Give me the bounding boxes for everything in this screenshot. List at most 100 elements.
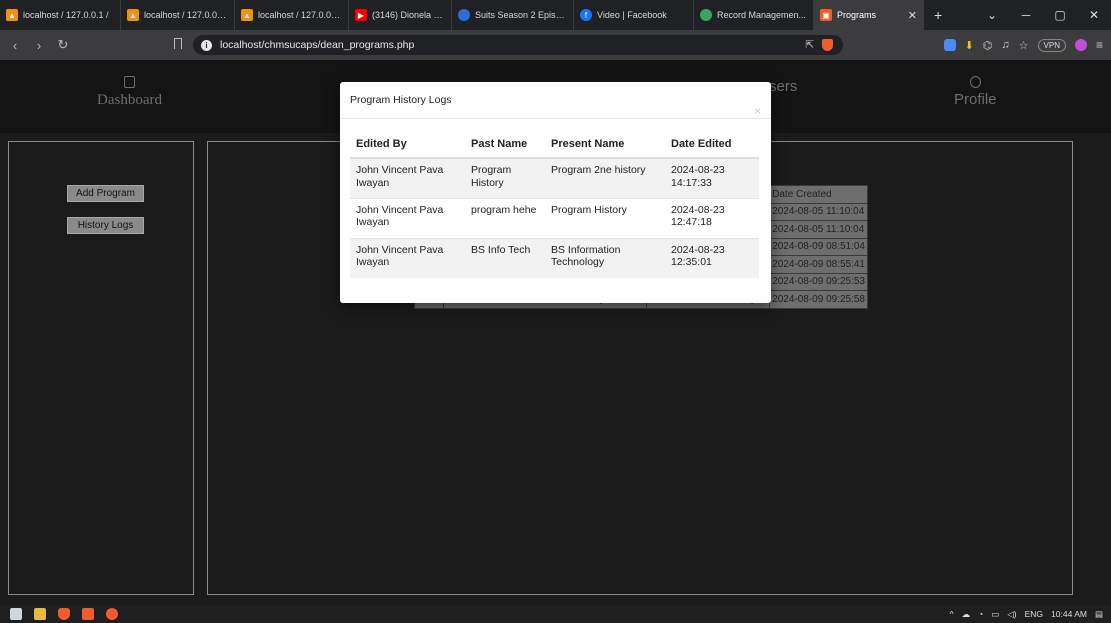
profile-icon: [969, 76, 981, 88]
window-controls: ⌄ ─ ▢ ✕: [975, 0, 1111, 30]
new-tab-icon[interactable]: +: [924, 7, 952, 23]
site-info-icon[interactable]: i: [201, 39, 212, 51]
browser-tab[interactable]: f Video | Facebook: [574, 0, 694, 30]
suits-icon: [458, 9, 470, 21]
history-logs-button[interactable]: History Logs: [67, 217, 144, 234]
system-tray: ^ ☁ ◔ ▭ ◁) ENG 10:44 AM ▤: [950, 605, 1103, 623]
modal-divider: [340, 118, 771, 119]
close-window-icon[interactable]: ✕: [1077, 8, 1111, 22]
facebook-icon: f: [580, 9, 592, 21]
nav-users[interactable]: sers: [769, 78, 797, 96]
history-logs-modal: Program History Logs × Edited By Past Na…: [340, 82, 771, 303]
nav-dashboard[interactable]: Dashboard: [97, 76, 162, 109]
file-explorer-icon[interactable]: [34, 608, 46, 620]
battery-icon[interactable]: ▭: [991, 609, 999, 620]
cell-date-edited: 2024-08-23 14:17:33: [665, 157, 759, 198]
puzzle-icon[interactable]: ⌬: [983, 39, 993, 52]
browser-tab[interactable]: Suits Season 2 Episo...: [452, 0, 574, 30]
close-icon[interactable]: ×: [754, 104, 761, 118]
wallet-icon[interactable]: [1074, 39, 1087, 51]
tab-label: localhost / 127.0.0.1 /: [23, 10, 109, 20]
sidebar-panel: Add Program History Logs: [8, 141, 194, 595]
forward-icon[interactable]: ›: [30, 38, 48, 53]
cell-present-name: BS Information Technology: [545, 237, 665, 278]
cell-edited-by: John Vincent Pava Iwayan: [350, 197, 465, 238]
minimize-icon[interactable]: ─: [1009, 8, 1043, 22]
cell-past-name: BS Info Tech: [465, 237, 545, 278]
record-icon: [700, 9, 712, 21]
tab-label: Record Managemen...: [717, 10, 807, 20]
browser-tab-active[interactable]: ▣ Programs ✕: [814, 0, 924, 30]
extension-icon[interactable]: [943, 39, 956, 51]
column-header: Date Created: [769, 185, 868, 204]
tab-label: localhost / 127.0.0.1 /: [144, 10, 228, 20]
table-row: John Vincent Pava Iwayan BS Info Tech BS…: [350, 237, 759, 278]
column-header: Present Name: [545, 130, 665, 159]
sidebar-icon[interactable]: ☆: [1019, 39, 1029, 52]
reload-icon[interactable]: ↻: [54, 37, 72, 53]
brave-browser-icon[interactable]: [58, 608, 70, 620]
column-header: Edited By: [350, 130, 465, 159]
tab-list-icon[interactable]: ⌄: [975, 8, 1009, 22]
tab-label: Suits Season 2 Episo...: [475, 10, 567, 20]
dashboard-icon: [123, 76, 135, 88]
cell-past-name: program hehe: [465, 197, 545, 238]
network-icon[interactable]: ☁: [962, 609, 971, 620]
programs-icon: ▣: [820, 9, 832, 21]
cell-edited-by: John Vincent Pava Iwayan: [350, 237, 465, 278]
windows-start-icon[interactable]: [10, 608, 22, 620]
nav-label: Dashboard: [97, 92, 162, 108]
extensions-area: ⬇ ⌬ ♫ ☆ VPN ≡: [943, 30, 1103, 60]
tab-label: Video | Facebook: [597, 10, 667, 20]
add-program-button[interactable]: Add Program: [67, 185, 144, 202]
brave-shield-icon[interactable]: [822, 39, 833, 51]
youtube-icon: ▶: [355, 9, 367, 21]
volume-icon[interactable]: ◁): [1007, 609, 1016, 620]
table-row: John Vincent Pava Iwayan program hehe Pr…: [350, 197, 759, 238]
brave-nightly-icon[interactable]: [106, 608, 118, 620]
wifi-icon[interactable]: ◔: [978, 609, 983, 619]
language-indicator[interactable]: ENG: [1025, 609, 1043, 619]
chevron-up-icon[interactable]: ^: [950, 609, 954, 619]
browser-tab[interactable]: ▲ localhost / 127.0.0.1 /: [121, 0, 235, 30]
nav-label: Profile: [954, 91, 997, 108]
tab-label: Programs: [837, 10, 877, 20]
history-logs-table: Edited By Past Name Present Name Date Ed…: [350, 130, 759, 278]
tab-label: localhost / 127.0.0.1 /: [258, 10, 342, 20]
table-row: John Vincent Pava Iwayan Program History…: [350, 157, 759, 198]
clock[interactable]: 10:44 AM: [1051, 609, 1087, 619]
cell-past-name: Program History: [465, 157, 545, 198]
cell-edited-by: John Vincent Pava Iwayan: [350, 157, 465, 198]
notification-icon[interactable]: ▤: [1095, 609, 1103, 620]
browser-tab[interactable]: ▲ localhost / 127.0.0.1 /: [0, 0, 121, 30]
browser-tab-strip: ▲ localhost / 127.0.0.1 / ▲ localhost / …: [0, 0, 1111, 30]
phpmyadmin-icon: ▲: [127, 9, 139, 21]
download-icon[interactable]: ⬇: [965, 39, 974, 52]
vpn-button[interactable]: VPN: [1037, 38, 1066, 52]
os-taskbar: ^ ☁ ◔ ▭ ◁) ENG 10:44 AM ▤: [0, 605, 1111, 623]
nav-profile[interactable]: Profile: [954, 76, 997, 109]
phpmyadmin-icon: ▲: [6, 9, 18, 21]
tab-label: (3146) Dionela - ...: [372, 10, 445, 20]
media-icon[interactable]: ♫: [1001, 39, 1009, 51]
column-header: Past Name: [465, 130, 545, 159]
menu-icon[interactable]: ≡: [1096, 38, 1103, 52]
cell-date-edited: 2024-08-23 12:35:01: [665, 237, 759, 278]
browser-tab[interactable]: ▶ (3146) Dionela - ...: [349, 0, 452, 30]
phpmyadmin-icon: ▲: [241, 9, 253, 21]
table-header-row: Edited By Past Name Present Name Date Ed…: [350, 130, 759, 159]
close-tab-icon[interactable]: ✕: [902, 9, 917, 22]
xampp-icon[interactable]: [82, 608, 94, 620]
bookmark-icon[interactable]: [174, 38, 182, 49]
maximize-icon[interactable]: ▢: [1043, 8, 1077, 22]
back-icon[interactable]: ‹: [6, 38, 24, 53]
address-bar-row: ‹ › ↻ i localhost/chmsucaps/dean_program…: [0, 30, 1111, 60]
share-icon[interactable]: ⇱: [805, 39, 814, 51]
url-text: localhost/chmsucaps/dean_programs.php: [220, 39, 415, 51]
browser-tab[interactable]: Record Managemen...: [694, 0, 814, 30]
browser-tab[interactable]: ▲ localhost / 127.0.0.1 /: [235, 0, 349, 30]
cell-present-name: Program 2ne history: [545, 157, 665, 198]
cell-date-edited: 2024-08-23 12:47:18: [665, 197, 759, 238]
url-field[interactable]: i localhost/chmsucaps/dean_programs.php …: [193, 35, 843, 55]
nav-label: sers: [769, 78, 798, 95]
